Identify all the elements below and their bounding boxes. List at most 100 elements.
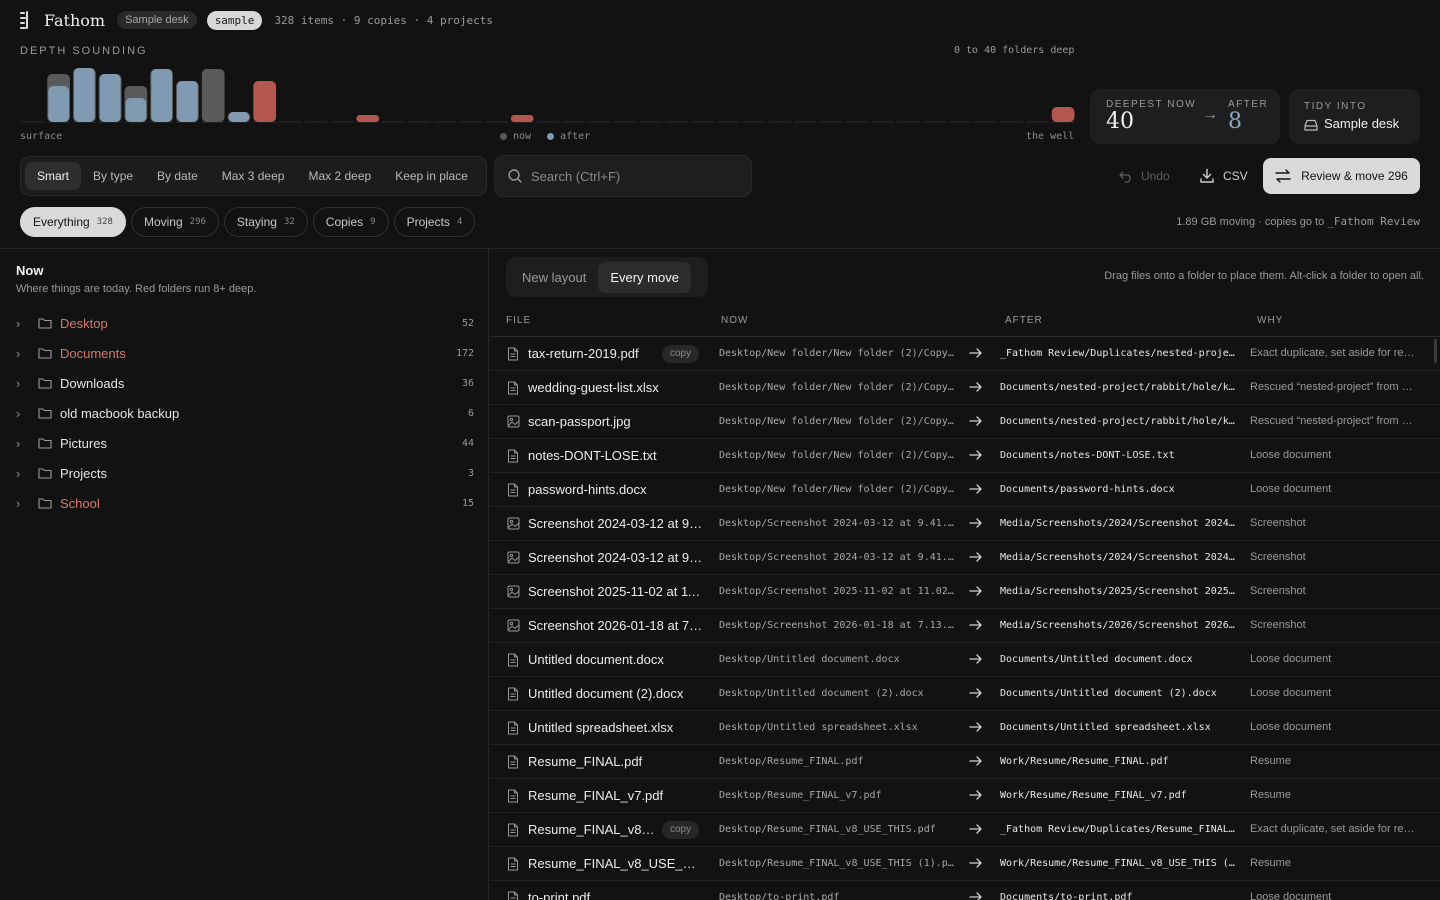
folder-row[interactable]: › Documents 172 xyxy=(16,338,474,368)
depth-bar-deep xyxy=(510,115,534,122)
file-name: Resume_FINAL_v7.pdf xyxy=(528,788,664,803)
new-path: Media/Screenshots/2024/Screenshot 2024-0… xyxy=(1000,518,1236,529)
chart-surface-label: surface xyxy=(20,131,63,142)
move-row[interactable]: Resume_FINAL_v7.pdf Desktop/Resume_FINAL_… xyxy=(490,779,1440,813)
folder-row[interactable]: › Desktop 52 xyxy=(16,308,474,338)
drag-hint: Drag files onto a folder to place them. … xyxy=(1104,270,1424,282)
image-file-icon xyxy=(507,415,520,433)
tidy-into-card[interactable]: TIDY INTO Sample desk xyxy=(1289,89,1420,144)
chevron-right-icon[interactable]: › xyxy=(16,346,32,361)
folder-tree: › Desktop 52 › Documents 172 › Downloads 36 › old … xyxy=(16,308,474,518)
folder-name: Desktop xyxy=(60,315,108,331)
csv-button[interactable]: CSV xyxy=(1199,164,1248,188)
mode-max-3-deep[interactable]: Max 3 deep xyxy=(210,162,297,190)
move-row[interactable]: Screenshot 2025-11-02 at 11.02.44 AM.png… xyxy=(490,575,1440,609)
sample-pill[interactable]: sample xyxy=(206,10,263,30)
folder-row[interactable]: › Pictures 44 xyxy=(16,428,474,458)
move-row[interactable]: Screenshot 2024-03-12 at 9.41.02 AM.png D… xyxy=(490,507,1440,541)
search-input[interactable] xyxy=(531,168,741,184)
mode-keep-in-place[interactable]: Keep in place xyxy=(383,162,480,190)
document-file-icon xyxy=(507,653,519,672)
view-every-move[interactable]: Every move xyxy=(598,261,691,293)
search-icon xyxy=(508,169,522,183)
drive-icon xyxy=(1304,119,1318,131)
move-row[interactable]: Untitled document (2).docx Desktop/Untitl… xyxy=(490,677,1440,711)
move-reason: Screenshot xyxy=(1250,585,1306,597)
now-panel: Now Where things are today. Red folders … xyxy=(0,249,489,900)
move-reason: Loose document xyxy=(1250,449,1332,461)
filter-projects[interactable]: Projects 4 xyxy=(393,207,476,237)
column-why[interactable]: WHY xyxy=(1257,315,1283,326)
folder-row[interactable]: › old macbook backup 6 xyxy=(16,398,474,428)
arrow-right-icon xyxy=(969,824,982,834)
move-row[interactable]: Resume_FINAL_v8_USE_THIS (1).pdf Desktop/… xyxy=(490,847,1440,881)
folder-icon xyxy=(38,348,52,359)
column-now[interactable]: NOW xyxy=(721,315,748,326)
image-file-icon xyxy=(507,619,520,637)
chevron-right-icon[interactable]: › xyxy=(16,496,32,511)
undo-button[interactable]: Undo xyxy=(1119,164,1170,188)
desk-pill[interactable]: Sample desk xyxy=(117,11,197,29)
mode-by-type[interactable]: By type xyxy=(81,162,145,190)
deepest-now-value: 40 xyxy=(1106,109,1134,134)
arrow-right-icon xyxy=(969,518,982,528)
view-toggle: New layout Every move xyxy=(506,257,708,297)
top-bar: Fathom Sample desk sample 328 items · 9 … xyxy=(0,0,1440,40)
chevron-right-icon[interactable]: › xyxy=(16,406,32,421)
folder-name: Downloads xyxy=(60,375,125,391)
column-after[interactable]: AFTER xyxy=(1005,315,1043,326)
folder-row[interactable]: › Projects 3 xyxy=(16,458,474,488)
chevron-right-icon[interactable]: › xyxy=(16,376,32,391)
mode-smart[interactable]: Smart xyxy=(25,162,82,190)
new-path: Documents/Untitled document (2).docx xyxy=(1000,688,1217,699)
scrollbar-thumb[interactable] xyxy=(1434,339,1437,363)
chip-count: 328 xyxy=(96,217,113,227)
move-row[interactable]: Resume_FINAL_v8_USE_THIS.pdf copy Desktop/… xyxy=(490,813,1440,847)
depth-bar-after xyxy=(125,98,147,122)
undo-icon xyxy=(1119,171,1131,183)
new-path: Work/Resume/Resume_FINAL_v7.pdf xyxy=(1000,790,1187,801)
move-row[interactable]: Untitled document.docx Desktop/Untitled d… xyxy=(490,643,1440,677)
app-name: Fathom xyxy=(44,10,106,30)
move-row[interactable]: tax-return-2019.pdf copy Desktop/New folde… xyxy=(490,337,1440,371)
move-row[interactable]: wedding-guest-list.xlsx Desktop/New folde… xyxy=(490,371,1440,405)
deepest-arrow: → xyxy=(1202,106,1218,123)
review-and-move-button[interactable]: Review & move 296 xyxy=(1263,158,1420,194)
view-new-layout[interactable]: New layout xyxy=(510,262,598,293)
chevron-right-icon[interactable]: › xyxy=(16,466,32,481)
folder-name: Projects xyxy=(60,465,107,481)
move-row[interactable]: Screenshot 2026-01-18 at 7.13.09 PM.png D… xyxy=(490,609,1440,643)
table-header: FILE NOW AFTER WHY xyxy=(490,301,1440,337)
chevron-right-icon[interactable]: › xyxy=(16,436,32,451)
filter-everything[interactable]: Everything 328 xyxy=(20,207,126,237)
move-row[interactable]: Screenshot 2024-03-12 at 9.41.15 AM.png D… xyxy=(490,541,1440,575)
chip-count: 296 xyxy=(189,217,206,227)
filter-staying[interactable]: Staying 32 xyxy=(223,207,308,237)
folder-icon xyxy=(38,318,52,329)
chevron-right-icon[interactable]: › xyxy=(16,316,32,331)
filter-moving[interactable]: Moving 296 xyxy=(130,207,219,237)
move-row[interactable]: notes-DONT-LOSE.txt Desktop/New folder/Ne… xyxy=(490,439,1440,473)
folder-name: School xyxy=(60,495,100,511)
folder-row[interactable]: › Downloads 36 xyxy=(16,368,474,398)
new-path: Documents/password-hints.docx xyxy=(1000,484,1175,495)
folder-row[interactable]: › School 15 xyxy=(16,488,474,518)
current-path: Desktop/New folder/New folder (2)/Copy o… xyxy=(719,484,955,495)
move-row[interactable]: password-hints.docx Desktop/New folder/Ne… xyxy=(490,473,1440,507)
file-name: Screenshot 2024-03-12 at 9.41.02 AM.png xyxy=(528,516,703,531)
move-row[interactable]: to-print.pdf Desktop/to-print.pdf Document… xyxy=(490,881,1440,900)
chip-label: Copies xyxy=(325,215,364,229)
new-path: Documents/to-print.pdf xyxy=(1000,892,1133,900)
move-row[interactable]: scan-passport.jpg Desktop/New folder/New … xyxy=(490,405,1440,439)
current-path: Desktop/to-print.pdf xyxy=(719,892,840,900)
mode-max-2-deep[interactable]: Max 2 deep xyxy=(296,162,383,190)
after-value: 8 xyxy=(1228,109,1242,134)
filter-copies[interactable]: Copies 9 xyxy=(312,207,389,237)
column-file[interactable]: FILE xyxy=(506,315,531,326)
mode-by-date[interactable]: By date xyxy=(145,162,210,190)
move-reason: Resume xyxy=(1250,755,1291,767)
move-row[interactable]: Untitled spreadsheet.xlsx Desktop/Untitle… xyxy=(490,711,1440,745)
arrow-right-icon xyxy=(969,552,982,562)
swap-icon xyxy=(1275,169,1291,183)
move-row[interactable]: Resume_FINAL.pdf Desktop/Resume_FINAL.pdf… xyxy=(490,745,1440,779)
